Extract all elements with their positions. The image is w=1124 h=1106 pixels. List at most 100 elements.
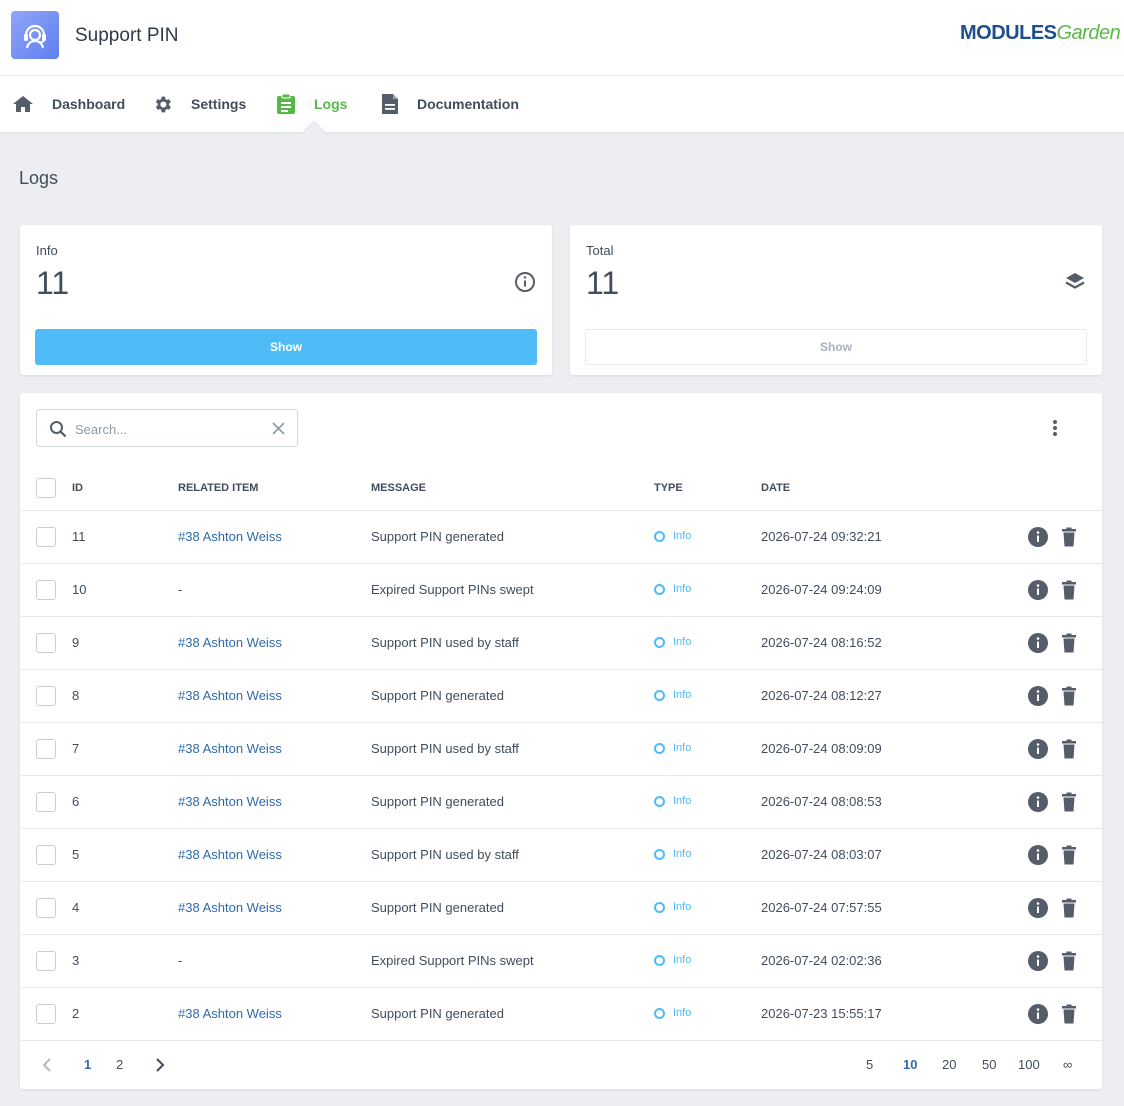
- row-type-badge: Info: [654, 689, 691, 701]
- nav-settings[interactable]: Settings: [152, 76, 246, 132]
- row-delete-icon[interactable]: [1061, 633, 1077, 653]
- row-checkbox[interactable]: [36, 527, 56, 547]
- row-details-icon[interactable]: [1028, 792, 1048, 812]
- total-show-button[interactable]: Show: [585, 329, 1087, 365]
- total-stat-value: 11: [586, 265, 620, 301]
- nav-documentation[interactable]: Documentation: [381, 76, 519, 132]
- search-input[interactable]: [75, 419, 265, 439]
- type-dot-icon: [654, 742, 665, 754]
- more-options-icon[interactable]: [1052, 419, 1058, 437]
- page-size-all[interactable]: ∞: [1063, 1057, 1072, 1072]
- info-stat-value: 11: [36, 265, 70, 301]
- header-related-item[interactable]: Related Item: [178, 482, 258, 494]
- row-details-icon[interactable]: [1028, 898, 1048, 918]
- row-checkbox[interactable]: [36, 898, 56, 918]
- next-page-icon[interactable]: [155, 1058, 165, 1072]
- row-message: Support PIN generated: [371, 1006, 504, 1021]
- row-message: Support PIN generated: [371, 900, 504, 915]
- table-row: 2 #38 Ashton Weiss Support PIN generated In…: [20, 988, 1102, 1041]
- row-id: 5: [72, 847, 80, 862]
- nav-dashboard-label: Dashboard: [52, 96, 126, 112]
- header-type[interactable]: Type: [654, 482, 683, 494]
- header-id[interactable]: ID: [72, 482, 83, 494]
- row-type: Info: [673, 689, 692, 701]
- row-delete-icon[interactable]: [1061, 527, 1077, 547]
- row-delete-icon[interactable]: [1061, 845, 1077, 865]
- row-details-icon[interactable]: [1028, 580, 1048, 600]
- row-message: Support PIN generated: [371, 794, 504, 809]
- row-related-item[interactable]: #38 Ashton Weiss: [178, 529, 282, 544]
- main-nav: Dashboard Settings Logs Documentation: [0, 76, 1124, 132]
- header-date[interactable]: Date: [761, 482, 790, 494]
- row-details-icon[interactable]: [1028, 686, 1048, 706]
- brand-light-text: Garden: [1056, 22, 1121, 44]
- info-show-button[interactable]: Show: [35, 329, 537, 365]
- nav-logs-label: Logs: [314, 96, 348, 112]
- info-circle-icon: [515, 272, 535, 292]
- row-id: 2: [72, 1006, 80, 1021]
- row-delete-icon[interactable]: [1061, 1004, 1077, 1024]
- row-message: Support PIN used by staff: [371, 741, 519, 756]
- row-date: 2026-07-24 02:02:36: [761, 953, 882, 968]
- brand-strong-text: MODULES: [960, 22, 1057, 44]
- row-related-item[interactable]: #38 Ashton Weiss: [178, 794, 282, 809]
- row-related-item[interactable]: #38 Ashton Weiss: [178, 741, 282, 756]
- page-2-button[interactable]: 2: [116, 1057, 123, 1072]
- row-details-icon[interactable]: [1028, 1004, 1048, 1024]
- row-related-item[interactable]: #38 Ashton Weiss: [178, 635, 282, 650]
- row-related-item[interactable]: #38 Ashton Weiss: [178, 1006, 282, 1021]
- header-message[interactable]: Message: [371, 482, 426, 494]
- row-related-item[interactable]: #38 Ashton Weiss: [178, 847, 282, 862]
- row-delete-icon[interactable]: [1061, 898, 1077, 918]
- nav-dashboard[interactable]: Dashboard: [12, 76, 125, 132]
- row-details-icon[interactable]: [1028, 633, 1048, 653]
- row-checkbox[interactable]: [36, 792, 56, 812]
- row-checkbox[interactable]: [36, 580, 56, 600]
- row-details-icon[interactable]: [1028, 845, 1048, 865]
- total-stat-card: Total 11 Show: [570, 225, 1102, 375]
- row-checkbox[interactable]: [36, 951, 56, 971]
- row-type-badge: Info: [654, 901, 691, 913]
- row-type-badge: Info: [654, 954, 691, 966]
- row-id: 6: [72, 794, 80, 809]
- row-type: Info: [673, 530, 692, 542]
- page-size-100[interactable]: 100: [1018, 1057, 1040, 1072]
- page-size-10[interactable]: 10: [903, 1057, 917, 1072]
- row-related-item[interactable]: #38 Ashton Weiss: [178, 900, 282, 915]
- row-delete-icon[interactable]: [1061, 951, 1077, 971]
- row-checkbox[interactable]: [36, 1004, 56, 1024]
- row-message: Support PIN used by staff: [371, 847, 519, 862]
- table-header: ID Related Item Message Type Date: [20, 465, 1102, 511]
- type-dot-icon: [654, 530, 665, 542]
- layers-icon: [1065, 273, 1085, 289]
- row-message: Support PIN generated: [371, 529, 504, 544]
- row-checkbox[interactable]: [36, 845, 56, 865]
- table-row: 6 #38 Ashton Weiss Support PIN generated In…: [20, 776, 1102, 829]
- page-size-50[interactable]: 50: [982, 1057, 996, 1072]
- row-delete-icon[interactable]: [1061, 792, 1077, 812]
- row-delete-icon[interactable]: [1061, 580, 1077, 600]
- row-date: 2026-07-24 08:08:53: [761, 794, 882, 809]
- row-type-badge: Info: [654, 742, 691, 754]
- row-date: 2026-07-24 09:32:21: [761, 529, 882, 544]
- page-1-button[interactable]: 1: [84, 1057, 91, 1072]
- row-checkbox[interactable]: [36, 686, 56, 706]
- row-related-item[interactable]: #38 Ashton Weiss: [178, 688, 282, 703]
- row-type-badge: Info: [654, 530, 691, 542]
- row-delete-icon[interactable]: [1061, 739, 1077, 759]
- row-details-icon[interactable]: [1028, 951, 1048, 971]
- clear-search-icon[interactable]: [272, 422, 285, 435]
- prev-page-icon[interactable]: [42, 1058, 52, 1072]
- row-delete-icon[interactable]: [1061, 686, 1077, 706]
- logs-table-card: ID Related Item Message Type Date 11 #38 …: [20, 393, 1102, 1089]
- row-type-badge: Info: [654, 583, 691, 595]
- row-type: Info: [673, 901, 692, 913]
- select-all-checkbox[interactable]: [36, 478, 56, 498]
- row-checkbox[interactable]: [36, 739, 56, 759]
- page-size-5[interactable]: 5: [866, 1057, 873, 1072]
- page-size-20[interactable]: 20: [942, 1057, 956, 1072]
- row-message: Expired Support PINs swept: [371, 582, 534, 597]
- row-checkbox[interactable]: [36, 633, 56, 653]
- row-details-icon[interactable]: [1028, 739, 1048, 759]
- row-details-icon[interactable]: [1028, 527, 1048, 547]
